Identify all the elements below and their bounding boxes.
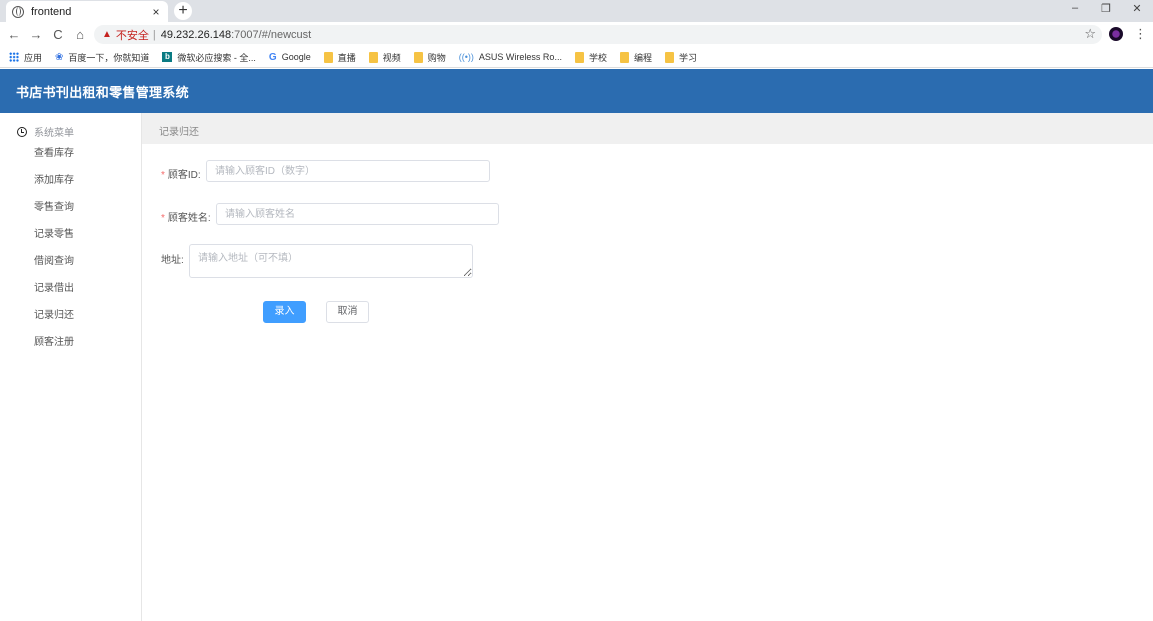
clock-icon [17, 126, 27, 137]
warning-icon: ▲ [102, 29, 112, 40]
folder-icon [323, 51, 333, 63]
sidebar-item-record-retail[interactable]: 记录零售 [34, 225, 74, 240]
back-icon[interactable]: ← [3, 27, 25, 42]
home-icon[interactable]: ⌂ [69, 27, 91, 42]
folder-icon [664, 51, 674, 63]
sidebar-heading-label: 系统菜单 [34, 128, 74, 139]
bookmark-folder-school[interactable]: 学校 [574, 51, 607, 64]
customer-id-input[interactable] [206, 160, 490, 182]
sidebar-item-view-inventory[interactable]: 查看库存 [34, 144, 74, 159]
main-content: 记录归还 *顾客ID: *顾客姓名: 地址: 录入 取消 [142, 113, 1153, 621]
new-tab-icon[interactable]: + [174, 2, 192, 20]
baidu-paw-icon: ❀ [55, 51, 64, 63]
sidebar-item-record-return[interactable]: 记录归还 [34, 306, 74, 321]
bookmark-folder-coding[interactable]: 编程 [619, 51, 652, 64]
sidebar: 系统菜单 查看库存 添加库存 零售查询 记录零售 借阅查询 记录借出 记录归还 … [0, 113, 142, 621]
wifi-icon: ((•)) [458, 52, 474, 62]
minimize-icon[interactable]: – [1060, 2, 1090, 14]
sidebar-item-record-borrow[interactable]: 记录借出 [34, 279, 74, 294]
browser-menu-icon[interactable]: ⋮ [1134, 26, 1147, 42]
bookmarks-bar: 应用 ❀ 百度一下，你就知道 b 微软必应搜索 - 全... G Google 直播 … [0, 47, 1153, 68]
address-label: 地址: [161, 255, 184, 266]
google-icon: G [268, 51, 277, 63]
app-header: 书店书刊出租和零售管理系统 [0, 69, 1153, 113]
submit-button[interactable]: 录入 [263, 301, 306, 323]
sidebar-menu-heading[interactable]: 系统菜单 [17, 124, 74, 139]
cancel-button[interactable]: 取消 [326, 301, 369, 323]
address-toolbar: ← → C ⌂ ▲ 不安全 | 49.232.26.148 :7007/#/ne… [0, 22, 1153, 47]
url-host: 49.232.26.148 [160, 28, 232, 41]
bookmark-folder-video[interactable]: 视频 [368, 51, 401, 64]
bookmark-folder-shopping[interactable]: 购物 [413, 51, 446, 64]
breadcrumb: 记录归还 [142, 113, 1153, 144]
apps-icon [9, 52, 19, 62]
browser-tabstrip: frontend × + – ❐ ✕ [0, 0, 1153, 22]
app-title: 书店书刊出租和零售管理系统 [16, 85, 189, 100]
profile-avatar-icon[interactable] [1109, 27, 1123, 41]
url-separator: | [152, 28, 156, 41]
globe-icon [12, 5, 24, 18]
folder-icon [619, 51, 629, 63]
sidebar-item-retail-query[interactable]: 零售查询 [34, 198, 74, 213]
window-close-icon[interactable]: ✕ [1122, 2, 1152, 15]
restore-icon[interactable]: ❐ [1091, 2, 1121, 15]
bookmark-asus[interactable]: ((•)) ASUS Wireless Ro... [459, 52, 562, 62]
bookmark-folder-live[interactable]: 直播 [323, 51, 356, 64]
browser-tab[interactable]: frontend × [6, 1, 168, 22]
customer-name-input[interactable] [216, 203, 499, 225]
bookmark-bing[interactable]: b 微软必应搜索 - 全... [162, 51, 256, 64]
url-bar[interactable]: ▲ 不安全 | 49.232.26.148 :7007/#/newcust ☆ [94, 25, 1102, 44]
reload-icon[interactable]: C [47, 27, 69, 42]
url-path: :7007/#/newcust [231, 28, 312, 41]
sidebar-item-customer-register[interactable]: 顾客注册 [34, 333, 74, 348]
forward-icon[interactable]: → [25, 27, 47, 42]
bookmark-google[interactable]: G Google [269, 52, 311, 63]
folder-icon [413, 51, 423, 63]
sidebar-item-add-inventory[interactable]: 添加库存 [34, 171, 74, 186]
breadcrumb-current: 记录归还 [159, 127, 199, 138]
close-icon[interactable]: × [150, 5, 162, 19]
folder-icon [574, 51, 584, 63]
bookmark-apps[interactable]: 应用 [9, 51, 42, 64]
bookmark-star-icon[interactable]: ☆ [1084, 26, 1096, 42]
folder-icon [368, 51, 378, 63]
tab-title: frontend [31, 5, 72, 18]
sidebar-item-borrow-query[interactable]: 借阅查询 [34, 252, 74, 267]
customer-name-label: * 顾客姓名: [161, 213, 211, 224]
bookmark-baidu[interactable]: ❀ 百度一下，你就知道 [55, 51, 149, 64]
customer-id-label: * 顾客ID: [161, 170, 201, 181]
bookmark-folder-study[interactable]: 学习 [664, 51, 697, 64]
security-label: 不安全 [115, 29, 149, 42]
address-textarea[interactable] [189, 244, 473, 278]
bing-icon: b [162, 52, 173, 62]
